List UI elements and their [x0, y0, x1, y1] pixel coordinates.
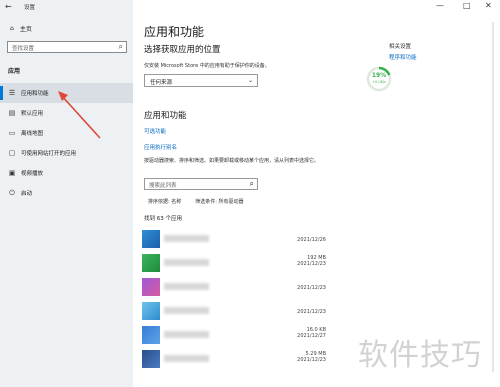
app-list-item[interactable]: 5.29 MB 2021/12/23 [142, 348, 332, 370]
sidebar-item-startup[interactable]: ⏻ 启动 [0, 183, 133, 203]
search-description: 按驱动器搜索、排序和筛选。如果要卸载或移动某个应用，请从列表中选择它。 [144, 158, 320, 164]
sidebar-item-label: 视频播放 [21, 171, 44, 177]
app-date: 2021/12/26 [297, 237, 326, 243]
app-aliases-link[interactable]: 应用执行别名 [144, 143, 177, 151]
app-icon [142, 230, 160, 248]
filter-dropdown[interactable]: 筛选条件: 所有驱动器 [195, 198, 243, 205]
usage-ring-icon [366, 66, 392, 92]
watermark-text: 软件技巧 [358, 338, 482, 373]
app-list-item[interactable]: 16.0 KB 2021/12/27 [142, 324, 332, 346]
search-icon: ⌕ [118, 42, 123, 51]
search-icon: ⌕ [249, 179, 254, 188]
programs-features-link[interactable]: 程序和功能 [389, 53, 417, 61]
optional-features-link[interactable]: 可选功能 [144, 127, 166, 135]
app-date: 2021/12/27 [297, 333, 326, 339]
app-list-search-placeholder: 搜索此列表 [149, 183, 177, 189]
app-source-dropdown[interactable]: 任何来源 ⌄ [144, 74, 258, 87]
app-date: 2021/12/23 [297, 357, 326, 363]
app-list-item[interactable]: 2021/12/26 [142, 228, 332, 250]
app-icon [142, 302, 160, 320]
app-icon [142, 278, 160, 296]
default-apps-icon: ▤ [8, 109, 16, 117]
home-label: 主页 [19, 26, 32, 33]
usage-percent: 19% [371, 72, 387, 79]
choose-source-description: 仅安装 Microsoft Store 中的应用有助于保护你的设备。 [144, 63, 270, 69]
sidebar-item-label: 默认应用 [21, 111, 44, 117]
app-name-blurred [164, 235, 209, 242]
scrollbar[interactable] [492, 22, 494, 372]
settings-search-input[interactable]: 查找设置 ⌕ [7, 41, 127, 53]
app-list-search-input[interactable]: 搜索此列表 ⌕ [144, 178, 258, 190]
close-button[interactable]: ✕ [485, 1, 492, 10]
sidebar-item-label: 启动 [21, 191, 33, 197]
window-title: 设置 [24, 5, 36, 11]
app-icon [142, 254, 160, 272]
app-source-value: 任何来源 [150, 80, 173, 86]
sidebar-item-video-playback[interactable]: ▣ 视频播放 [0, 163, 133, 183]
sidebar-home[interactable]: ⌂ 主页 [10, 24, 32, 33]
app-name-blurred [164, 307, 209, 314]
app-name-blurred [164, 331, 209, 338]
back-arrow-icon[interactable]: ← [5, 2, 12, 11]
sidebar-item-websites-apps[interactable]: ▢ 可使用网站打开的应用 [0, 143, 133, 163]
usage-rate: +0.0K/s [372, 80, 386, 84]
home-icon: ⌂ [10, 25, 14, 32]
related-settings-title: 相关设置 [389, 44, 412, 50]
title-bar: ← 设置 — □ ✕ [0, 0, 500, 14]
app-name-blurred [164, 355, 209, 362]
minimize-button[interactable]: — [436, 1, 444, 10]
app-icon [142, 350, 160, 368]
app-name-blurred [164, 283, 209, 290]
app-icon [142, 326, 160, 344]
page-title: 应用和功能 [144, 25, 205, 39]
app-date: 2021/12/23 [297, 285, 326, 291]
apps-features-heading: 应用和功能 [144, 111, 187, 121]
apps-list-icon: ☰ [8, 89, 16, 97]
startup-icon: ⏻ [9, 188, 15, 197]
websites-apps-icon: ▢ [8, 149, 16, 157]
app-count: 找到 63 个应用 [144, 216, 182, 222]
annotation-arrow [58, 91, 101, 139]
app-list-item[interactable]: 2021/12/23 [142, 276, 332, 298]
sidebar-item-label: 可使用网站打开的应用 [21, 151, 77, 157]
app-list-item[interactable]: 2021/12/23 [142, 300, 332, 322]
maximize-button[interactable]: □ [463, 1, 471, 10]
sidebar-item-label: 应用和功能 [21, 91, 49, 97]
usage-ring-widget: 19% +0.0K/s [366, 66, 392, 92]
app-date: 2021/12/23 [297, 309, 326, 315]
sort-filter-row: 排序依据: 名称 筛选条件: 所有驱动器 [148, 198, 244, 205]
settings-search-placeholder: 查找设置 [12, 46, 35, 52]
offline-maps-icon: ▭ [8, 129, 16, 137]
choose-source-heading: 选择获取应用的位置 [144, 45, 221, 55]
app-date: 2021/12/23 [297, 261, 326, 267]
sidebar-section-title: 应用 [8, 68, 21, 75]
app-name-blurred [164, 259, 209, 266]
sidebar-item-label: 离线地图 [21, 131, 44, 137]
chevron-down-icon: ⌄ [247, 77, 253, 84]
app-list-item[interactable]: 192 MB 2021/12/23 [142, 252, 332, 274]
sort-dropdown[interactable]: 排序依据: 名称 [148, 198, 181, 205]
video-playback-icon: ▣ [8, 169, 16, 177]
